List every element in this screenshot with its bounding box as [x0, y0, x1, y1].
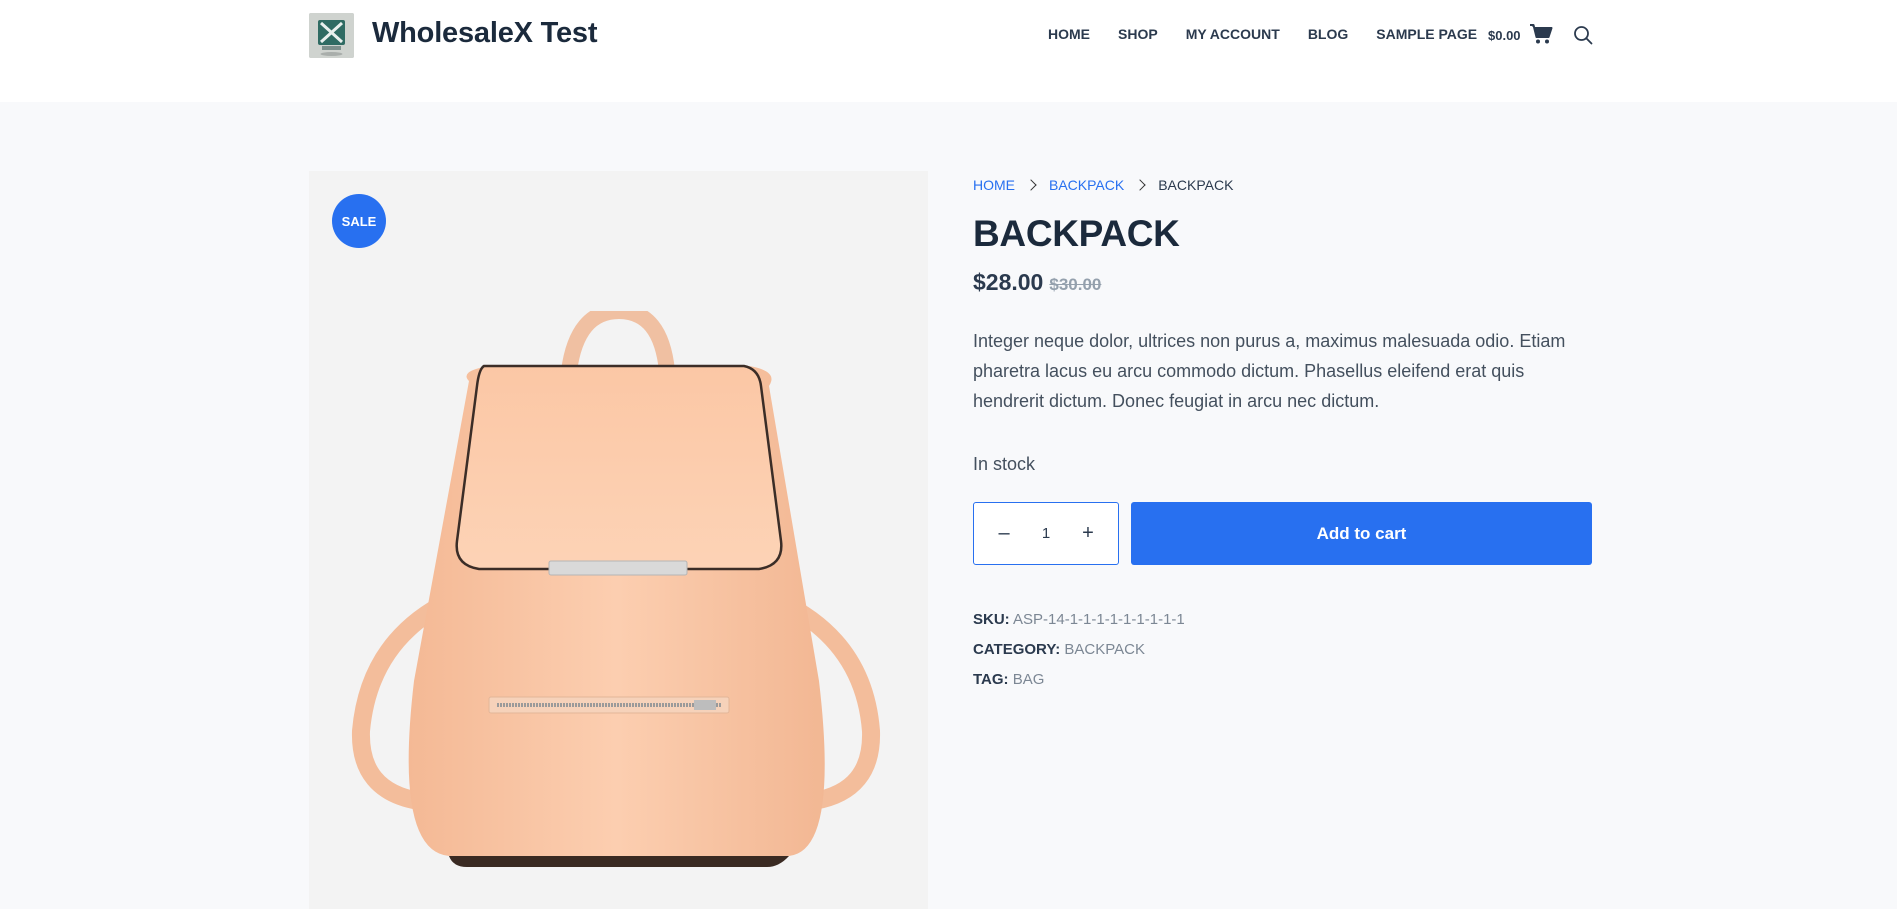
nav-blog[interactable]: BLOG — [1308, 26, 1348, 42]
product-gallery[interactable]: SALE — [309, 171, 928, 909]
cart-icon[interactable] — [1529, 23, 1553, 45]
sku-label: SKU: — [973, 611, 1010, 628]
breadcrumb: HOME BACKPACK BACKPACK — [973, 171, 1592, 199]
product-title: BACKPACK — [973, 213, 1180, 254]
add-to-cart-button[interactable]: Add to cart — [1131, 502, 1592, 565]
breadcrumb-current: BACKPACK — [1158, 177, 1234, 193]
tag-link[interactable]: BAG — [1013, 671, 1045, 688]
tag-label: TAG: — [973, 671, 1009, 688]
site-title[interactable]: WholesaleX Test — [372, 17, 598, 50]
site-logo[interactable] — [309, 13, 354, 58]
product-description: Integer neque dolor, ultrices non purus … — [973, 331, 1566, 411]
breadcrumb-category[interactable]: BACKPACK — [1049, 177, 1124, 193]
category-link[interactable]: BACKPACK — [1064, 641, 1145, 658]
category-label: CATEGORY: — [973, 641, 1061, 658]
quantity-input[interactable]: 1 — [1042, 525, 1050, 542]
nav-home[interactable]: HOME — [1048, 26, 1090, 42]
stock-status: In stock — [973, 454, 1036, 474]
site-header: WholesaleX Test HOME SHOP MY ACCOUNT BLO… — [0, 0, 1897, 102]
search-icon[interactable] — [1573, 25, 1593, 45]
cart-total[interactable]: $0.00 — [1488, 28, 1521, 43]
add-to-cart-form: – 1 + Add to cart — [973, 502, 1592, 565]
nav-shop[interactable]: SHOP — [1118, 26, 1158, 42]
sale-badge: SALE — [332, 194, 386, 248]
sku-value: ASP-14-1-1-1-1-1-1-1-1-1 — [1013, 611, 1185, 628]
sku-row: SKU: ASP-14-1-1-1-1-1-1-1-1-1 — [973, 605, 1592, 635]
chevron-right-icon — [1025, 179, 1037, 191]
category-row: CATEGORY: BACKPACK — [973, 635, 1592, 665]
quantity-decrease-button[interactable]: – — [994, 522, 1014, 545]
quantity-increase-button[interactable]: + — [1078, 522, 1098, 545]
regular-price: $30.00 — [1049, 275, 1102, 294]
nav-sample-page[interactable]: SAMPLE PAGE — [1376, 26, 1477, 42]
breadcrumb-home[interactable]: HOME — [973, 177, 1015, 193]
main-navigation: HOME SHOP MY ACCOUNT BLOG SAMPLE PAGE — [1048, 26, 1505, 42]
product-price: $28.00 $30.00 — [973, 269, 1592, 296]
tag-row: TAG: BAG — [973, 665, 1592, 695]
nav-my-account[interactable]: MY ACCOUNT — [1186, 26, 1280, 42]
quantity-stepper[interactable]: – 1 + — [973, 502, 1119, 565]
sale-price: $28.00 — [973, 269, 1044, 295]
backpack-image — [351, 311, 881, 867]
product-meta: SKU: ASP-14-1-1-1-1-1-1-1-1-1 CATEGORY: … — [973, 605, 1592, 695]
product-summary: HOME BACKPACK BACKPACK BACKPACK $28.00 $… — [973, 171, 1592, 695]
chevron-right-icon — [1134, 179, 1146, 191]
